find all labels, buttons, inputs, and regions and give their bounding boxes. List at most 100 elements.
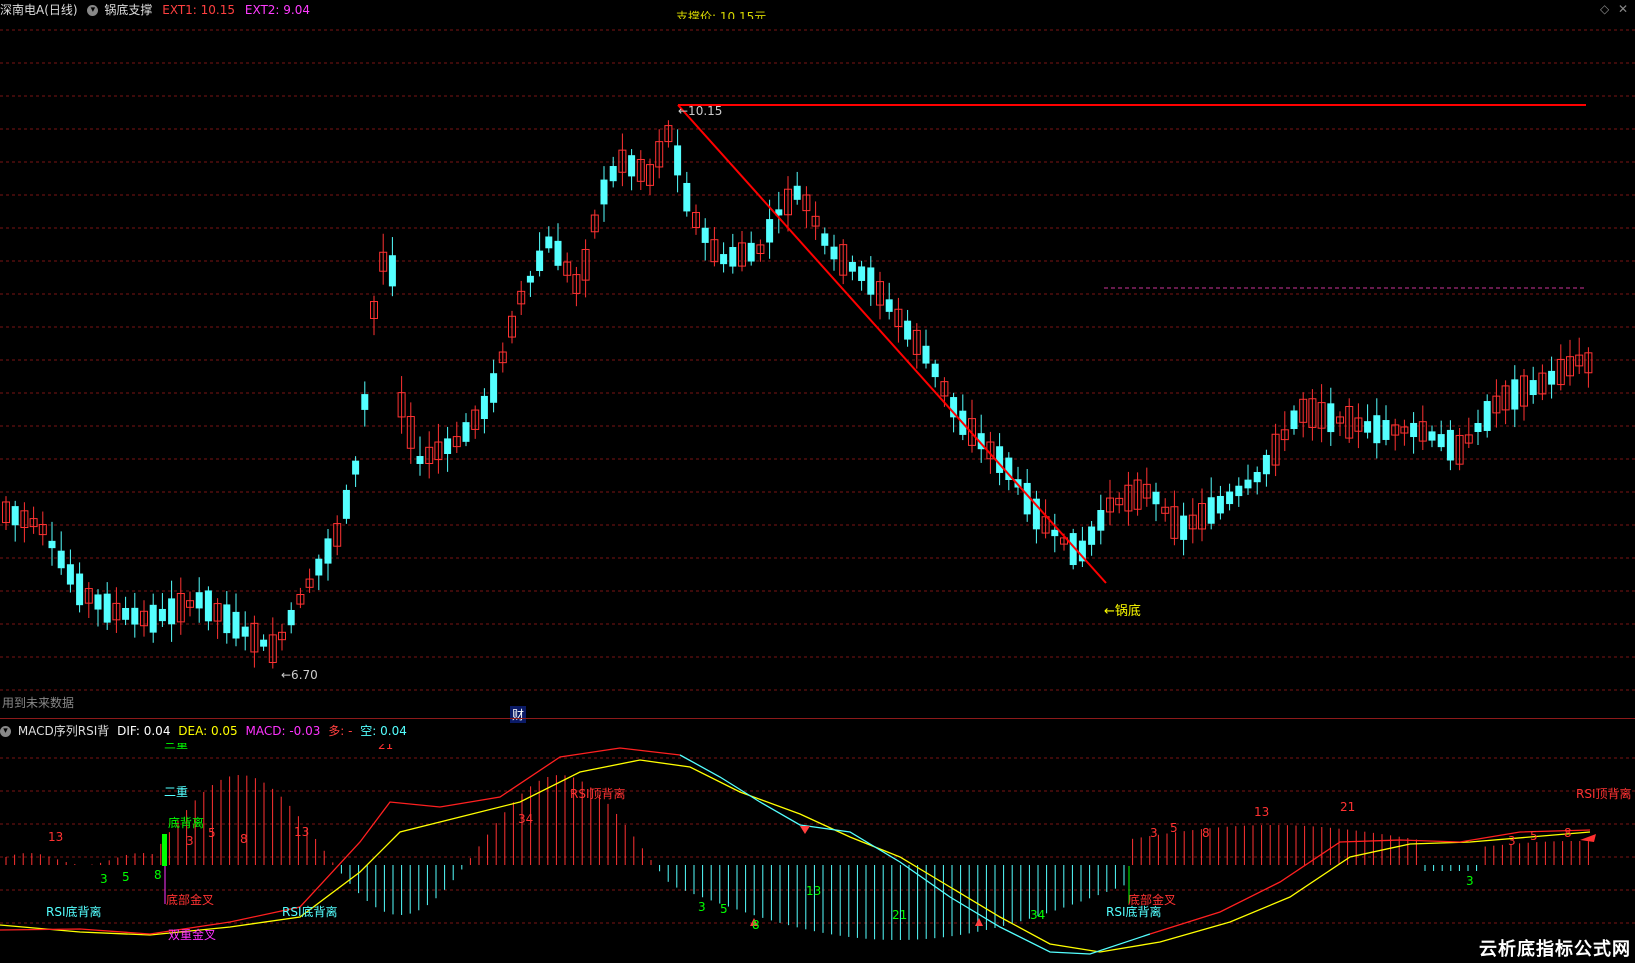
rsi-bottom-label-2: RSI底背离 bbox=[282, 905, 338, 919]
candle-down bbox=[462, 422, 470, 442]
candle-down bbox=[149, 604, 157, 633]
trend-line bbox=[677, 104, 1107, 584]
candle-down bbox=[94, 594, 102, 610]
double-cross-label: 双重金叉 bbox=[168, 928, 217, 942]
rsi-top-label-1: RSI顶背离 bbox=[570, 787, 626, 801]
price-chart[interactable] bbox=[0, 0, 1635, 720]
candle-down bbox=[747, 242, 755, 262]
fib-red: 8 bbox=[1202, 826, 1210, 840]
candle-down bbox=[241, 626, 249, 637]
fib-red: 5 bbox=[208, 826, 216, 840]
candle-down bbox=[600, 179, 608, 205]
candle-down bbox=[904, 320, 912, 340]
double-label: 二重 bbox=[164, 785, 189, 799]
candle-down bbox=[122, 607, 130, 620]
candle-down bbox=[536, 250, 544, 271]
candle-down bbox=[1253, 472, 1261, 483]
signal-bar bbox=[162, 834, 167, 866]
candle-down bbox=[1373, 415, 1381, 444]
bottom-divergence-label: 底背离 bbox=[168, 816, 205, 830]
candle-down bbox=[793, 185, 801, 200]
finance-marker[interactable]: 财 bbox=[510, 706, 527, 723]
bottom-cross-label-2: 底部金叉 bbox=[1128, 893, 1177, 907]
up-arrow-icon bbox=[975, 918, 983, 926]
fib-green: 21 bbox=[892, 908, 908, 922]
low-price-label: ←6.70 bbox=[281, 668, 318, 682]
candle-down bbox=[931, 363, 939, 378]
candle-down bbox=[1327, 403, 1335, 433]
fib-red: 8 bbox=[1564, 826, 1572, 840]
candle-down bbox=[444, 438, 452, 454]
fib-green: 5 bbox=[720, 902, 728, 916]
candle-down bbox=[922, 345, 930, 364]
candle-down bbox=[858, 266, 866, 281]
candle-down bbox=[1262, 454, 1270, 475]
candle-down bbox=[76, 573, 84, 606]
candle-down bbox=[342, 489, 350, 519]
candle-down bbox=[352, 460, 360, 475]
candle-down bbox=[545, 236, 553, 249]
candle-down bbox=[490, 373, 498, 403]
candle-down bbox=[674, 145, 682, 176]
candle-down bbox=[1180, 515, 1188, 540]
candle-down bbox=[324, 538, 332, 564]
candle-down bbox=[260, 639, 268, 647]
fib-green: 8 bbox=[154, 868, 162, 882]
fib-red: 13 bbox=[294, 825, 310, 839]
candle-down bbox=[609, 166, 617, 182]
candle-down bbox=[1548, 370, 1556, 385]
candle-down bbox=[1207, 497, 1215, 524]
candle-down bbox=[526, 275, 534, 283]
candle-down bbox=[223, 604, 231, 634]
fib-green: 5 bbox=[122, 870, 130, 884]
candle-down bbox=[1226, 491, 1234, 505]
candle-down bbox=[57, 550, 65, 569]
candle-down bbox=[204, 590, 212, 622]
candle-down bbox=[195, 592, 203, 609]
candle-down bbox=[361, 394, 369, 410]
fib-green: 3 bbox=[100, 872, 108, 886]
fib-green: 8 bbox=[752, 918, 760, 932]
candle-down bbox=[766, 219, 774, 243]
candle-down bbox=[720, 254, 728, 265]
candle-down bbox=[1244, 479, 1252, 489]
candle-down bbox=[1216, 495, 1224, 514]
candle-down bbox=[1511, 379, 1519, 410]
candle-down bbox=[1152, 491, 1160, 505]
dif-line bbox=[1149, 829, 1591, 935]
candle-down bbox=[729, 247, 737, 267]
candle-down bbox=[1483, 401, 1491, 431]
pot-bottom-label: ←锅底 bbox=[1104, 604, 1141, 619]
candle-down bbox=[48, 540, 56, 549]
candle-down bbox=[628, 155, 636, 177]
fib-green: 3 bbox=[698, 900, 706, 914]
candle-down bbox=[168, 598, 176, 625]
fib-red: 3 bbox=[186, 834, 194, 848]
fib-green: 34 bbox=[1030, 908, 1046, 922]
fib-red: 13 bbox=[1254, 805, 1270, 819]
candle-down bbox=[996, 446, 1004, 473]
fib-red: 8 bbox=[240, 832, 248, 846]
candle-down bbox=[683, 182, 691, 212]
candle-down bbox=[1290, 410, 1298, 430]
candle-down bbox=[1410, 422, 1418, 438]
candle-down bbox=[1235, 485, 1243, 497]
candle-down bbox=[158, 608, 166, 622]
candle-down bbox=[848, 261, 856, 272]
fib-red: 34 bbox=[518, 812, 534, 826]
rsi-top-label-2: RSI顶背离 bbox=[1576, 787, 1632, 801]
candle-down bbox=[315, 558, 323, 576]
candle-down bbox=[1382, 420, 1390, 440]
candle-down bbox=[1364, 421, 1372, 433]
watermark: 云析底指标公式网 bbox=[1479, 939, 1631, 960]
fib-green: 13 bbox=[806, 884, 822, 898]
candle-down bbox=[554, 240, 562, 266]
candle-down bbox=[131, 607, 139, 625]
fib-red: 5 bbox=[1170, 821, 1178, 835]
candle-down bbox=[830, 246, 838, 260]
diamond-marker-icon bbox=[800, 826, 810, 834]
fib-red: 3 bbox=[1150, 826, 1158, 840]
fib-red: 21 bbox=[1340, 800, 1356, 814]
pane-divider bbox=[0, 718, 1635, 719]
candle-down bbox=[1088, 526, 1096, 545]
